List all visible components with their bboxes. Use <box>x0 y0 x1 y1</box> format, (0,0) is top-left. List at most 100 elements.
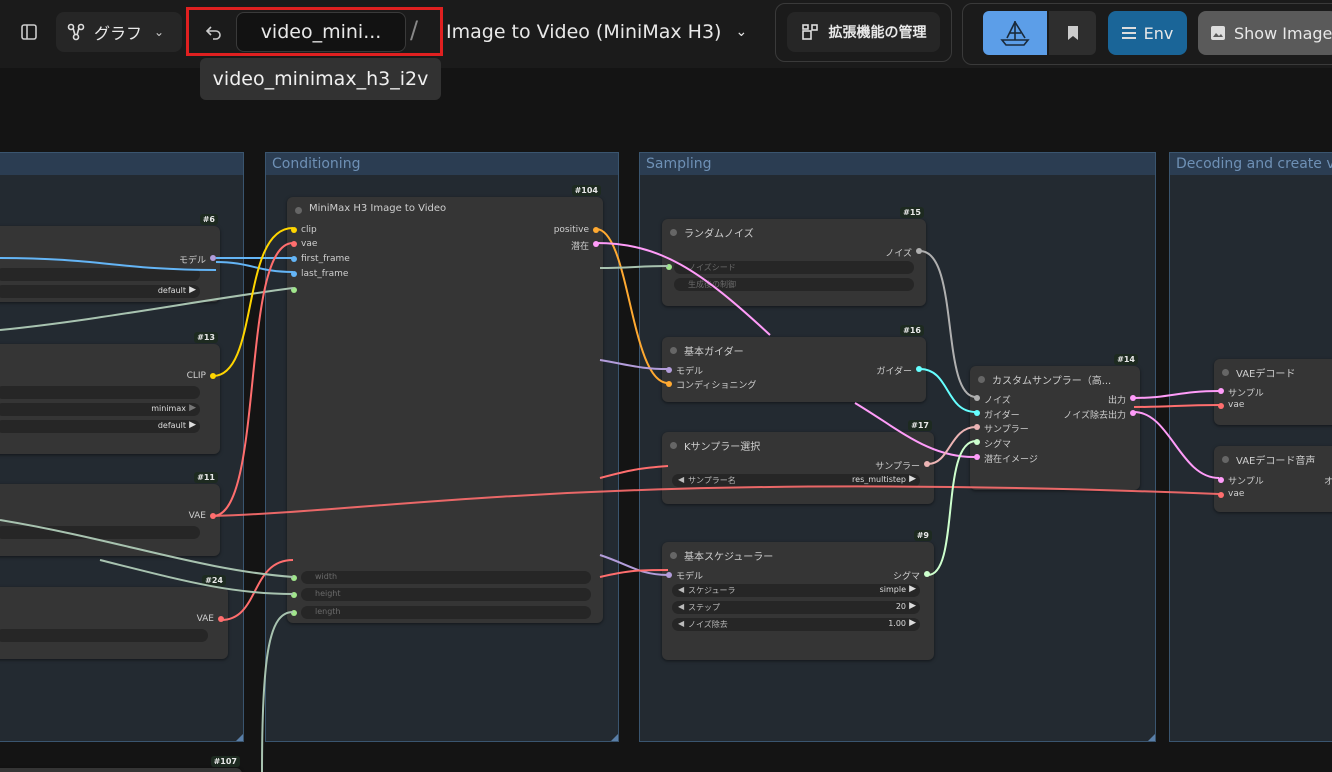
input-socket-vae[interactable] <box>291 241 297 247</box>
ship-logo-button[interactable] <box>983 11 1047 55</box>
graph-menu-button[interactable]: グラフ ⌄ <box>56 12 182 52</box>
input-socket-guider[interactable] <box>974 410 980 416</box>
input-socket-samples[interactable] <box>1218 388 1224 394</box>
widget-empty[interactable] <box>0 629 208 642</box>
widget-empty[interactable] <box>0 268 200 281</box>
output-label: CLIP <box>186 371 206 381</box>
output-socket-sigma[interactable] <box>924 571 930 577</box>
input-socket-model[interactable] <box>666 572 672 578</box>
output-socket-vae[interactable] <box>218 616 224 622</box>
output-label-cut: オ <box>1324 477 1332 487</box>
collapse-dot[interactable] <box>1222 369 1229 376</box>
input-socket-length[interactable] <box>291 610 297 616</box>
widget-empty[interactable] <box>0 386 200 399</box>
arrow-left-icon: ◀ <box>678 619 685 628</box>
arrow-left-icon: ◀ <box>678 475 685 484</box>
node-id-107: #107 <box>210 756 240 767</box>
workflow-title-dropdown[interactable]: Image to Video (MiniMax H3) ⌄ <box>446 14 756 50</box>
bookmark-icon <box>1067 26 1078 40</box>
widget-scheduler[interactable]: ◀ スケジューラ simple ▶ <box>672 584 920 597</box>
collapse-dot[interactable] <box>978 376 985 383</box>
input-socket-clip[interactable] <box>291 227 297 233</box>
output-socket-guider[interactable] <box>916 366 922 372</box>
output-socket-output[interactable] <box>1130 395 1136 401</box>
widget-width[interactable]: width <box>301 571 591 584</box>
node-15[interactable]: #15 ランダムノイズ ノイズ ノイズシード 生成後の制御 <box>662 207 926 306</box>
input-socket-last-frame[interactable] <box>291 271 297 277</box>
input-socket-sigma[interactable] <box>974 439 980 445</box>
node-14[interactable]: #14 カスタムサンプラー（高... ノイズ ガイダー サンプラー シグマ 潜在… <box>970 354 1140 490</box>
collapse-dot[interactable] <box>670 552 677 559</box>
input-label-sigma: シグマ <box>984 440 1012 450</box>
show-image-button[interactable]: Show Image <box>1198 11 1332 55</box>
input-socket-latent[interactable] <box>974 454 980 460</box>
output-socket-latent[interactable] <box>593 241 599 247</box>
output-socket-model[interactable] <box>210 255 216 261</box>
output-socket-vae[interactable] <box>210 513 216 519</box>
output-socket-clip[interactable] <box>210 373 216 379</box>
node-title: VAEデコード <box>1236 369 1296 380</box>
input-socket-width[interactable] <box>291 575 297 581</box>
widget-noise-seed[interactable]: ノイズシード <box>674 261 914 274</box>
node-13[interactable]: #13 CLIP minimax ▶ default ▶ <box>0 332 220 454</box>
node-11[interactable]: #11 VAE <box>0 472 220 556</box>
node-id-16: #16 <box>900 325 924 336</box>
manage-extensions-button[interactable]: 拡張機能の管理 <box>787 12 940 52</box>
node-id-14: #14 <box>1114 354 1138 365</box>
output-socket-denoised[interactable] <box>1130 410 1136 416</box>
output-socket-positive[interactable] <box>593 227 599 233</box>
input-socket-first-frame[interactable] <box>291 256 297 262</box>
node-title: MiniMax H3 Image to Video <box>309 203 447 214</box>
collapse-dot[interactable] <box>1222 456 1229 463</box>
collapse-dot[interactable] <box>670 347 677 354</box>
undo-icon <box>205 26 221 40</box>
input-socket-height[interactable] <box>291 592 297 598</box>
node-24[interactable]: #24 VAE <box>0 575 228 659</box>
input-socket-vae[interactable] <box>1218 492 1224 498</box>
input-socket-conditioning[interactable] <box>666 381 672 387</box>
collapse-dot[interactable] <box>670 442 677 449</box>
input-socket-seed[interactable] <box>666 264 672 270</box>
input-socket-extra[interactable] <box>291 287 297 293</box>
widget-dropdown[interactable]: minimax ▶ <box>0 403 200 416</box>
node-107[interactable]: #107 <box>0 756 242 772</box>
node-104[interactable]: #104 MiniMax H3 Image to Video clip vae … <box>287 185 603 623</box>
bookmark-button[interactable] <box>1049 11 1096 55</box>
workflow-tooltip: video_minimax_h3_i2v <box>200 58 441 100</box>
output-socket-noise[interactable] <box>916 248 922 254</box>
input-socket-noise[interactable] <box>974 395 980 401</box>
widget-sampler-name[interactable]: ◀ サンプラー名 res_multistep ▶ <box>672 474 920 487</box>
node-vae-decode[interactable]: VAEデコード サンプル vae <box>1214 359 1332 425</box>
widget-dropdown[interactable]: default ▶ <box>0 285 200 298</box>
node-id-17: #17 <box>908 420 932 431</box>
graph-canvas[interactable]: Conditioning Sampling Decoding and creat… <box>0 0 1332 772</box>
widget-empty[interactable] <box>0 526 200 539</box>
collapse-dot[interactable] <box>295 207 302 214</box>
node-9[interactable]: #9 基本スケジューラー モデル シグマ ◀ スケジューラ simple ▶ ◀ … <box>662 530 934 660</box>
node-vae-decode-audio[interactable]: VAEデコード音声 サンプル vae オ <box>1214 446 1332 512</box>
panel-toggle-button[interactable] <box>10 13 48 51</box>
node-17[interactable]: #17 Kサンプラー選択 サンプラー ◀ サンプラー名 res_multiste… <box>662 420 934 504</box>
input-label-noise: ノイズ <box>984 396 1011 406</box>
input-socket-vae[interactable] <box>1218 403 1224 409</box>
node-title: Kサンプラー選択 <box>684 442 761 453</box>
workflow-name-input[interactable]: video_mini... <box>236 12 406 52</box>
node-6[interactable]: #6 モデル default ▶ <box>0 214 220 302</box>
input-socket-samples[interactable] <box>1218 477 1224 483</box>
input-socket-model[interactable] <box>666 367 672 373</box>
env-button[interactable]: Env <box>1108 11 1187 55</box>
output-label-latent: 潜在 <box>570 242 589 252</box>
input-socket-sampler[interactable] <box>974 424 980 430</box>
widget-steps[interactable]: ◀ ステップ 20 ▶ <box>672 601 920 614</box>
widget-denoise[interactable]: ◀ ノイズ除去 1.00 ▶ <box>672 618 920 631</box>
widget-length[interactable]: length <box>301 606 591 619</box>
widget-dropdown[interactable]: default ▶ <box>0 420 200 433</box>
widget-height[interactable]: height <box>301 588 591 601</box>
undo-button[interactable] <box>198 16 230 48</box>
graph-icon <box>67 23 85 41</box>
node-16[interactable]: #16 基本ガイダー モデル コンディショニング ガイダー <box>662 325 926 402</box>
node-id-9: #9 <box>913 530 932 541</box>
output-socket-sampler[interactable] <box>924 461 930 467</box>
widget-control-after-generate[interactable]: 生成後の制御 <box>674 278 914 291</box>
collapse-dot[interactable] <box>670 229 677 236</box>
